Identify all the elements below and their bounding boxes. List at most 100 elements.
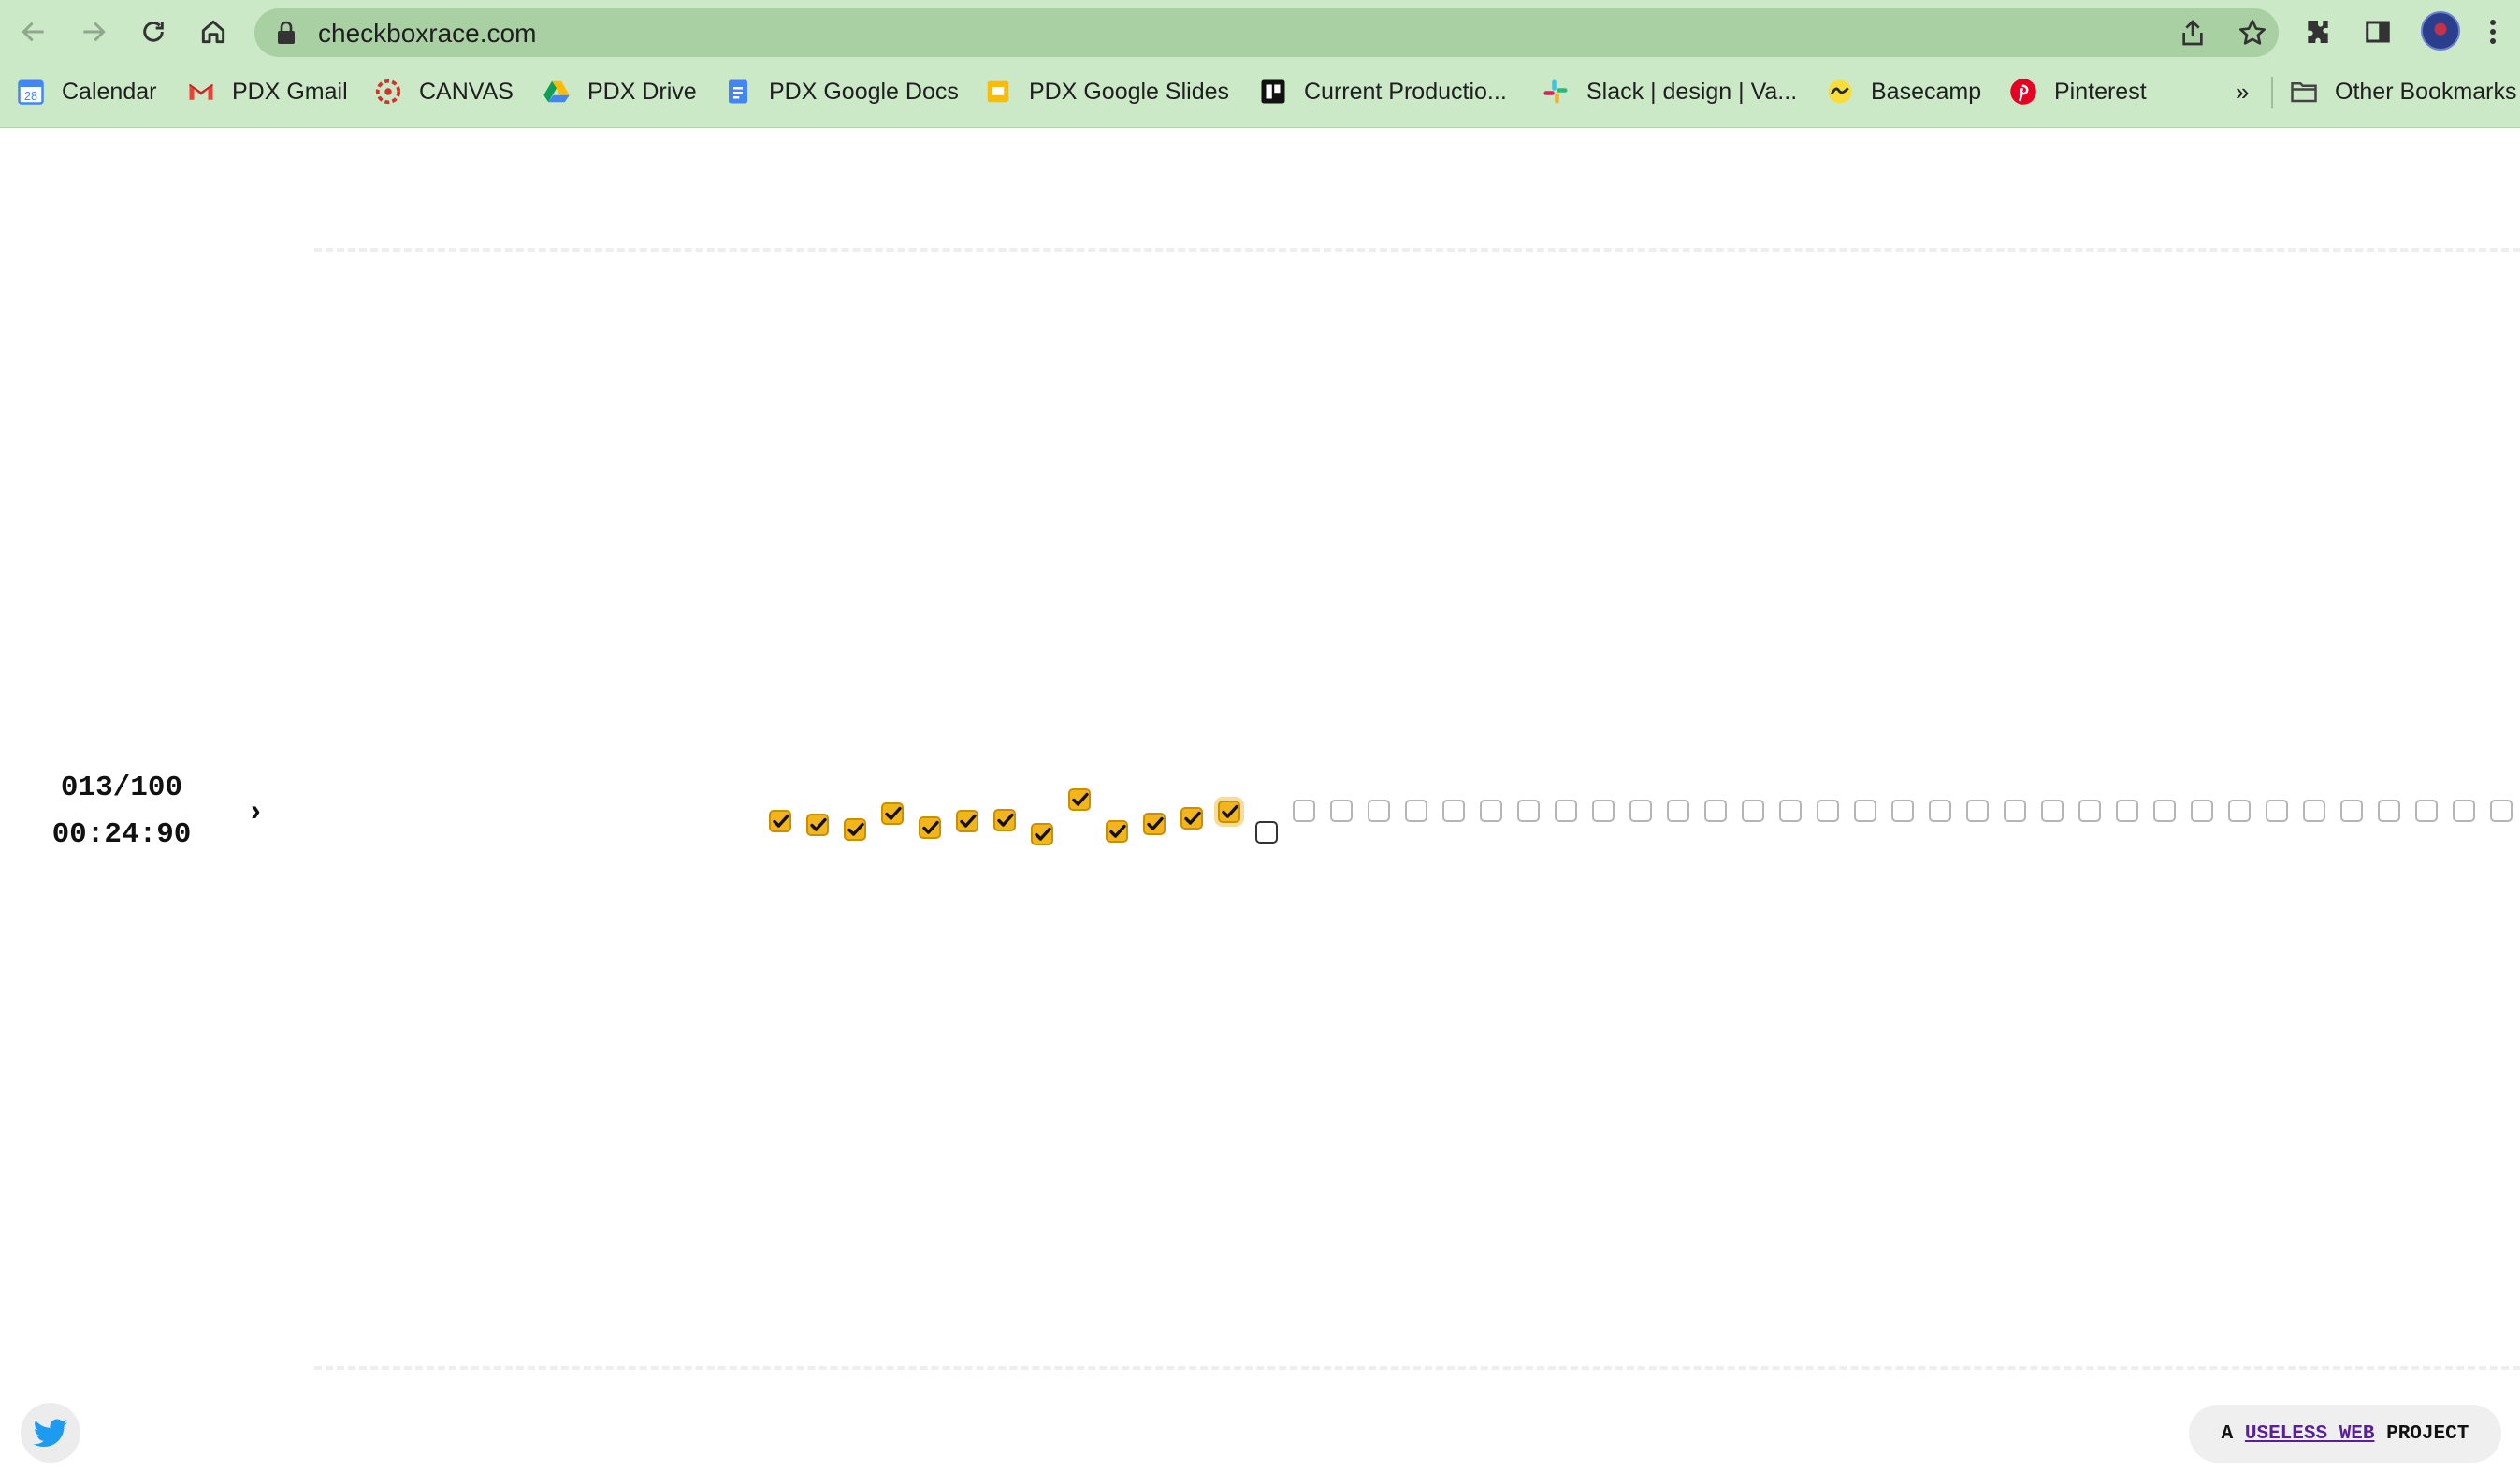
unchecked-checkbox[interactable] — [2041, 800, 2064, 822]
unchecked-checkbox[interactable] — [2153, 800, 2176, 822]
forward-button[interactable] — [75, 13, 112, 51]
unchecked-checkbox[interactable] — [1629, 800, 1652, 822]
unchecked-checkbox[interactable] — [2490, 800, 2513, 822]
bottom-track-line — [314, 1366, 2520, 1370]
unchecked-checkbox[interactable] — [2303, 800, 2325, 822]
badge-suffix: PROJECT — [2374, 1422, 2469, 1445]
checked-checkbox[interactable] — [919, 816, 941, 839]
unchecked-checkbox[interactable] — [2453, 800, 2475, 822]
bookmark-pdx-google-slides[interactable]: PDX Google Slides — [984, 73, 1229, 110]
checked-checkbox[interactable] — [1143, 813, 1166, 835]
reload-button[interactable] — [135, 13, 172, 51]
bookmark-pinterest[interactable]: Pinterest — [2009, 73, 2147, 110]
unchecked-checkbox[interactable] — [2378, 800, 2400, 822]
race-timer: 00:24:90 — [51, 818, 192, 851]
docs-icon — [729, 79, 747, 104]
checked-checkbox[interactable] — [956, 810, 978, 832]
checked-checkbox[interactable] — [1068, 788, 1091, 811]
gmail-icon — [188, 83, 214, 100]
unchecked-checkbox[interactable] — [1442, 800, 1465, 822]
unchecked-checkbox[interactable] — [2228, 800, 2251, 822]
useless-web-link[interactable]: USELESS WEB — [2245, 1423, 2375, 1445]
unchecked-checkbox[interactable] — [1667, 800, 1689, 822]
unchecked-checkbox[interactable] — [1704, 800, 1727, 822]
bookmark-label: Calendar — [62, 78, 157, 105]
checked-checkbox[interactable] — [806, 814, 829, 836]
unchecked-checkbox[interactable] — [2415, 800, 2438, 822]
unchecked-checkbox[interactable] — [1779, 800, 1802, 822]
unchecked-checkbox[interactable] — [2116, 800, 2138, 822]
checkmark-icon — [847, 822, 864, 836]
slack-icon — [1543, 79, 1568, 104]
basecamp-icon — [1828, 79, 1852, 104]
unchecked-checkbox[interactable] — [1517, 800, 1540, 822]
unchecked-checkbox[interactable] — [1293, 800, 1315, 822]
bookmark-label: Slack | design | Va... — [1586, 78, 1798, 105]
side-panel-button[interactable] — [2359, 13, 2397, 51]
checkmark-icon — [810, 817, 827, 831]
address-bar[interactable]: checkboxrace.com — [254, 8, 2279, 57]
bookmark-current-production[interactable]: Current Productio... — [1259, 73, 1507, 110]
badge-prefix: A — [2221, 1422, 2245, 1445]
checked-checkbox[interactable] — [769, 810, 791, 832]
bookmark-pdx-gmail[interactable]: PDX Gmail — [187, 73, 348, 110]
checked-checkbox[interactable] — [844, 818, 866, 841]
unchecked-checkbox[interactable] — [1891, 800, 1914, 822]
pinterest-icon — [2010, 79, 2036, 105]
checked-checkbox[interactable] — [1031, 823, 1053, 845]
bookmark-pdx-google-docs[interactable]: PDX Google Docs — [724, 73, 959, 110]
checked-checkbox[interactable] — [1106, 820, 1128, 843]
checked-checkbox[interactable] — [993, 809, 1016, 831]
forward-arrow-icon — [83, 22, 106, 42]
unchecked-checkbox[interactable] — [2340, 800, 2363, 822]
drive-icon — [543, 80, 570, 103]
back-button[interactable] — [15, 13, 52, 51]
extensions-button[interactable] — [2299, 13, 2337, 51]
bookmark-canvas[interactable]: CANVAS — [374, 73, 514, 110]
twitter-button[interactable] — [21, 1403, 80, 1463]
unchecked-checkbox[interactable] — [1742, 800, 1764, 822]
puzzle-icon — [2308, 21, 2328, 43]
unchecked-checkbox[interactable] — [1966, 800, 1989, 822]
unchecked-checkbox[interactable] — [2191, 800, 2213, 822]
share-icon[interactable] — [2178, 18, 2208, 48]
menu-button[interactable] — [2479, 13, 2507, 51]
bookmark-slack[interactable]: Slack | design | Va... — [1542, 73, 1797, 110]
unchecked-checkbox[interactable] — [2266, 800, 2288, 822]
other-bookmarks[interactable]: Other Bookmarks — [2290, 73, 2517, 110]
unchecked-checkbox[interactable] — [1405, 800, 1427, 822]
star-icon[interactable] — [2238, 18, 2267, 48]
checked-checkbox[interactable] — [1218, 801, 1240, 823]
unchecked-checkbox[interactable] — [1330, 800, 1353, 822]
unchecked-checkbox[interactable] — [1592, 800, 1615, 822]
checkmark-icon — [1222, 804, 1238, 818]
url-text[interactable]: checkboxrace.com — [318, 19, 536, 49]
more-bookmarks-button[interactable]: » — [2236, 73, 2249, 110]
unchecked-checkbox[interactable] — [1555, 800, 1577, 822]
slides-icon — [987, 80, 1009, 103]
bookmark-label: Pinterest — [2054, 78, 2147, 105]
unchecked-checkbox[interactable] — [1929, 800, 1951, 822]
bookmarks-bar: 28 Calendar PDX Gmail CANVAS PDX Drive P… — [0, 73, 2520, 110]
bookmark-basecamp[interactable]: Basecamp — [1826, 73, 1981, 110]
unchecked-checkbox[interactable] — [2004, 800, 2026, 822]
checked-checkbox[interactable] — [881, 802, 904, 825]
unchecked-checkbox[interactable] — [1817, 800, 1839, 822]
bookmark-calendar[interactable]: 28 Calendar — [17, 73, 156, 110]
checkmark-icon — [1035, 827, 1051, 841]
chevron-double-icon: » — [2236, 77, 2250, 106]
back-arrow-icon — [22, 22, 44, 42]
profile-avatar[interactable] — [2421, 11, 2460, 51]
bookmark-pdx-drive[interactable]: PDX Drive — [543, 73, 697, 110]
next-checkbox[interactable] — [1255, 821, 1278, 844]
unchecked-checkbox[interactable] — [1368, 800, 1390, 822]
home-button[interactable] — [195, 13, 232, 51]
checkmark-icon — [1184, 811, 1201, 825]
unchecked-checkbox[interactable] — [1854, 800, 1876, 822]
bookmark-label: Basecamp — [1871, 78, 1982, 105]
unchecked-checkbox[interactable] — [2078, 800, 2101, 822]
checked-checkbox[interactable] — [1180, 807, 1203, 830]
calendar-icon: 28 — [18, 79, 44, 105]
unchecked-checkbox[interactable] — [1480, 800, 1502, 822]
checkmark-icon — [773, 814, 789, 828]
